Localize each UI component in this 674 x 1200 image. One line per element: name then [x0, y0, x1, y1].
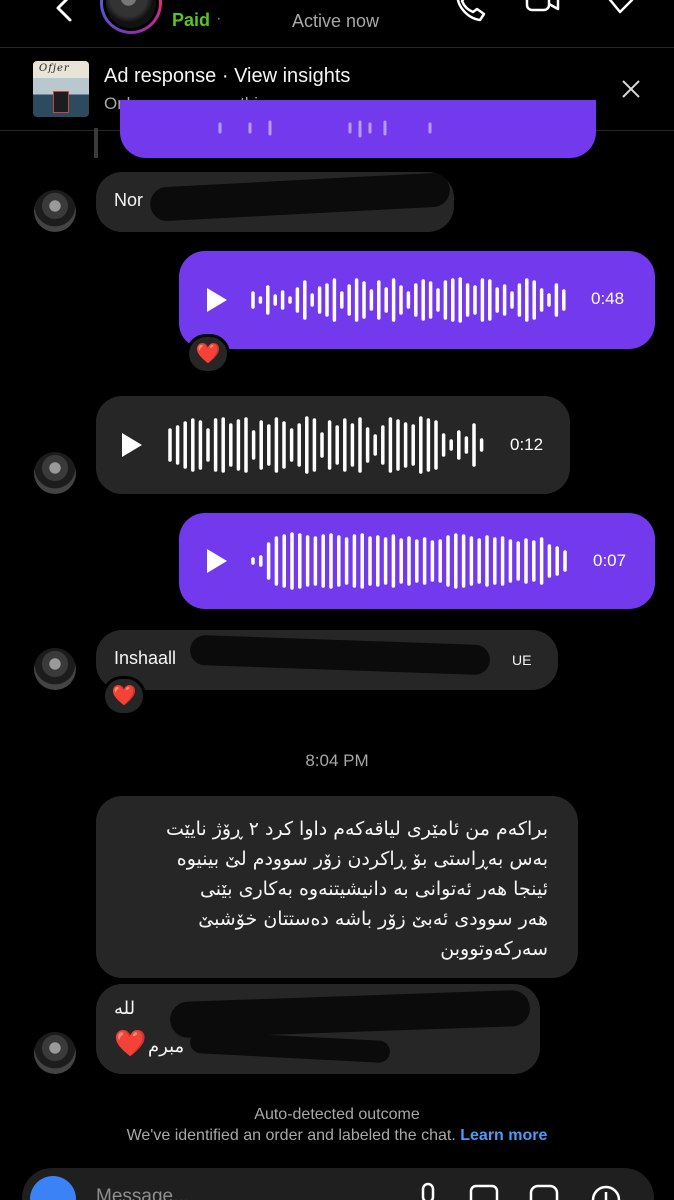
- kurdish-message-text: براکەم من ئامێری لیاقەکەم داوا کرد ٢ ڕۆژ…: [128, 814, 548, 964]
- chat-header: Paid · Active now: [0, 0, 674, 48]
- ad-thumbnail: Ofjer: [33, 61, 89, 117]
- message-text: مبرم: [148, 1036, 185, 1056]
- message-composer[interactable]: Message...: [22, 1168, 654, 1200]
- heart-icon: ❤️: [114, 1028, 147, 1058]
- back-icon[interactable]: [50, 0, 80, 24]
- voice-message-outgoing[interactable]: 0:07: [179, 513, 655, 609]
- timestamp: 8:04 PM: [305, 751, 369, 770]
- voice-duration: 0:07: [593, 551, 627, 570]
- paid-label: Paid: [172, 10, 211, 30]
- message-text-end: UE: [512, 652, 532, 668]
- active-status: Active now: [292, 11, 380, 31]
- waveform: [251, 277, 566, 323]
- learn-more-link[interactable]: Learn more: [460, 1127, 547, 1144]
- voice-message-outgoing[interactable]: 0:48: [179, 251, 655, 349]
- sender-avatar[interactable]: [34, 190, 76, 232]
- sender-avatar[interactable]: [34, 648, 76, 690]
- camera-icon[interactable]: [30, 1176, 76, 1200]
- waveform: [168, 416, 484, 474]
- voice-duration: 0:48: [591, 289, 625, 308]
- thread-line: [94, 128, 98, 158]
- sender-avatar[interactable]: [34, 1032, 76, 1074]
- voice-duration: 0:12: [510, 435, 544, 454]
- message-text: لله: [114, 998, 136, 1018]
- close-icon[interactable]: [620, 78, 642, 100]
- message-line: سەرکەوتووبن: [440, 938, 548, 960]
- video-icon[interactable]: [524, 0, 560, 24]
- outcome-title: Auto-detected outcome: [254, 1106, 420, 1123]
- voice-message-incoming[interactable]: 0:12: [96, 396, 570, 494]
- separator-dot: ·: [216, 10, 222, 27]
- microphone-icon[interactable]: [412, 1182, 444, 1200]
- ad-title[interactable]: Ad response · View insights: [104, 65, 350, 88]
- add-icon[interactable]: [590, 1182, 622, 1200]
- play-icon[interactable]: [122, 433, 142, 457]
- play-icon[interactable]: [207, 288, 227, 312]
- outcome-text: We've identified an order and labeled th…: [126, 1127, 548, 1144]
- gallery-icon[interactable]: [468, 1182, 500, 1200]
- message-text: Inshaall: [114, 648, 177, 668]
- message-line: بەس بەڕاستی بۆ ڕاکردن زۆر سوودم لێ بینیو…: [176, 848, 548, 870]
- play-icon[interactable]: [207, 549, 227, 573]
- reaction-heart[interactable]: ❤️: [102, 676, 146, 716]
- message-line: ئینجا هەر ئەتوانی بە دانیشیتنەوە بەکاری …: [199, 878, 548, 900]
- phone-icon[interactable]: [452, 0, 488, 24]
- message-input[interactable]: Message...: [96, 1186, 189, 1200]
- reaction-heart[interactable]: ❤️: [186, 334, 230, 374]
- contact-avatar[interactable]: [100, 0, 162, 34]
- waveform: [218, 120, 432, 138]
- message-line: هەر سوودی ئەبێ زۆر باشە دەستتان خۆشبێ: [198, 908, 548, 930]
- tag-icon[interactable]: [598, 0, 634, 24]
- waveform: [251, 532, 567, 590]
- sender-avatar[interactable]: [34, 452, 76, 494]
- sticker-icon[interactable]: [528, 1182, 560, 1200]
- message-line: براکەم من ئامێری لیاقەکەم داوا کرد ٢ ڕۆژ…: [165, 818, 548, 840]
- message-text: Nor: [114, 190, 144, 210]
